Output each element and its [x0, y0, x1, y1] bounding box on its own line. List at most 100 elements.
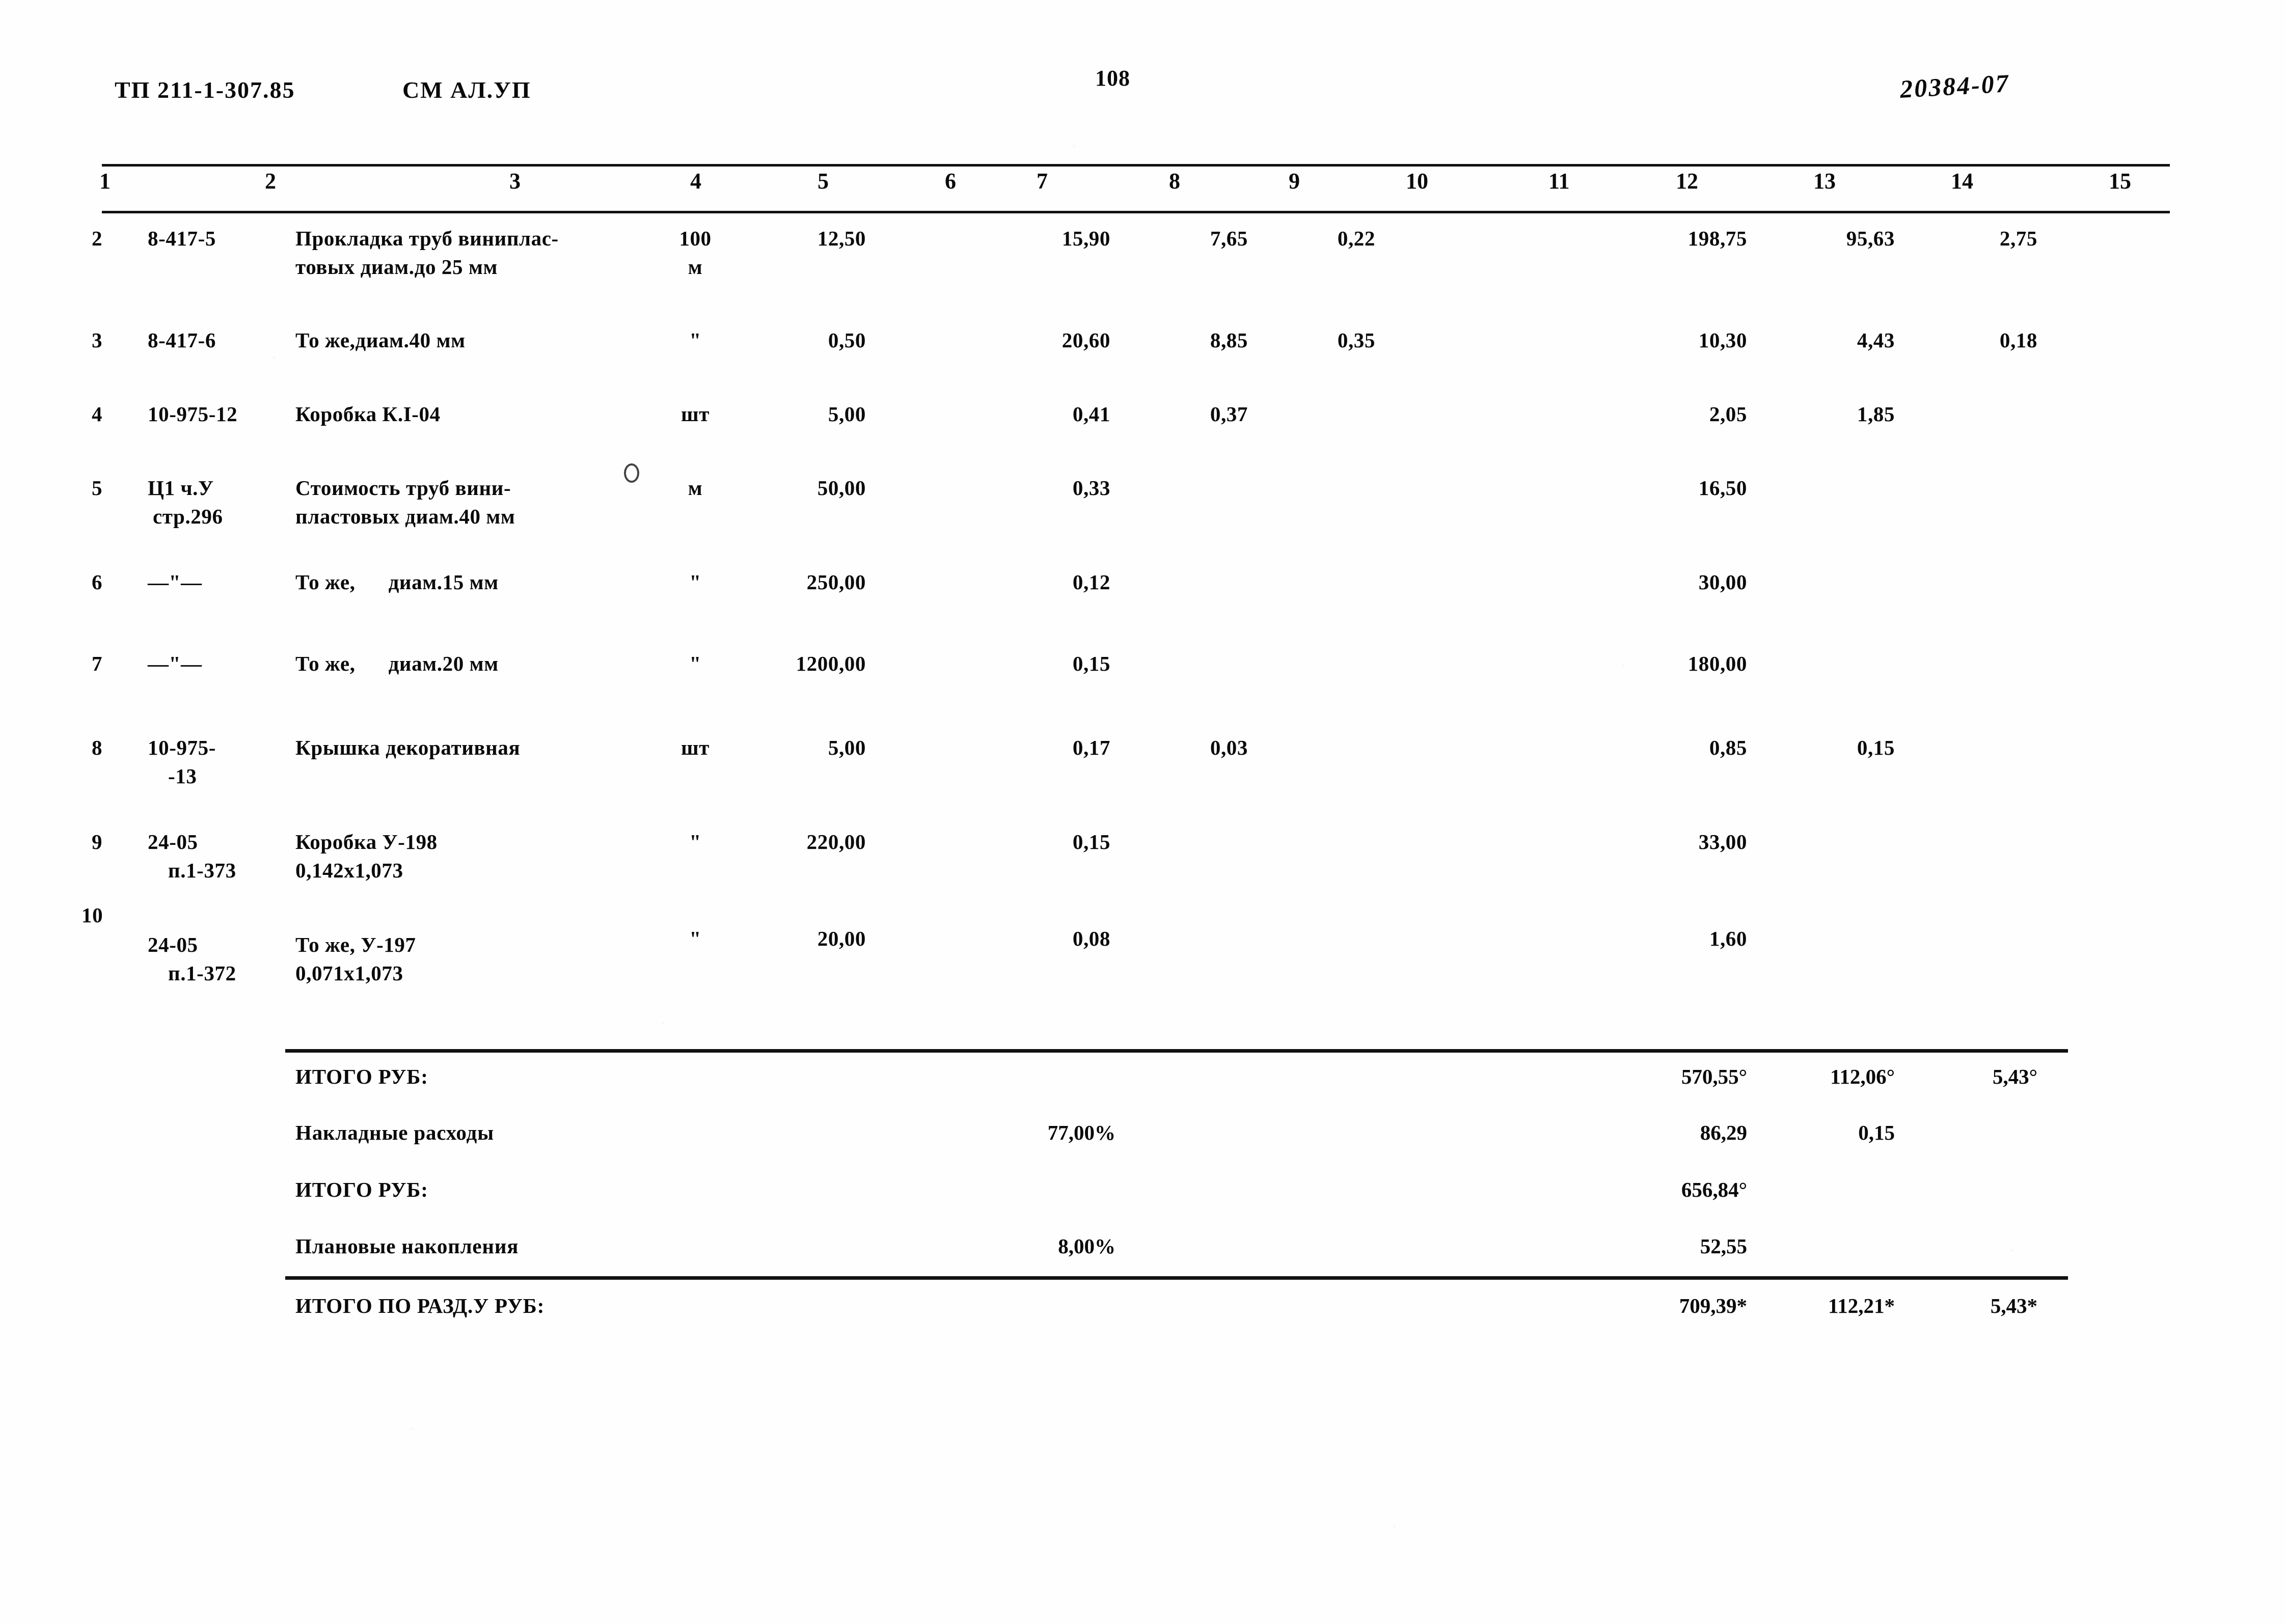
summary-col14: 5,43°: [1992, 1065, 2037, 1088]
column-number-13: 13: [1813, 169, 1836, 194]
column-number-8: 8: [1169, 169, 1180, 194]
row-col12: 0,85: [1709, 736, 1747, 759]
grand-total-col12: 709,39*: [1679, 1294, 1747, 1317]
summary-row: ИТОГО РУБ: 656,84°: [0, 1177, 2286, 1232]
row-col7: 0,41: [1072, 402, 1110, 426]
column-number-5: 5: [818, 169, 829, 194]
table-row: 4 10-975-12 Коробка К.I-04 шт 5,00 0,41 0,37 2,…: [0, 400, 2286, 476]
summary-col12: 570,55°: [1681, 1065, 1747, 1088]
column-number-15: 15: [2109, 169, 2131, 194]
row-col7: 0,15: [1072, 652, 1110, 675]
archive-stamp: 20384-07: [1899, 69, 2011, 103]
scanned-estimate-sheet: ТП 211-1-307.85 СМ АЛ.УП 108 20384-07 12…: [0, 0, 2286, 1624]
column-number-10: 10: [1406, 169, 1428, 194]
row-col9: 0,22: [1337, 227, 1375, 250]
row-code: 8-417-5: [148, 227, 216, 250]
column-header-rule: [102, 211, 2170, 213]
table-row: 10 24-05 п.1-372 То же, У-197 0,071х1,073 " 20…: [0, 903, 2286, 1001]
row-description-line2: 0,071х1,073: [295, 961, 403, 985]
row-col12: 33,00: [1698, 830, 1747, 854]
table-row: 9 24-05 п.1-373 Коробка У-198 0,142х1,073 " 22…: [0, 828, 2286, 904]
column-number-14: 14: [1951, 169, 1973, 194]
row-quantity: 5,00: [828, 402, 866, 426]
row-code: —"—: [148, 570, 202, 594]
table-row: 3 8-417-6 То же,диам.40 мм " 0,50 20,60 8,85 0,…: [0, 326, 2286, 402]
row-col8: 7,65: [1210, 227, 1248, 250]
summary-label: Накладные расходы: [295, 1121, 494, 1144]
row-code: —"—: [148, 652, 202, 675]
row-number: 8: [92, 736, 103, 759]
row-quantity: 250,00: [806, 570, 866, 594]
row-code: 24-05: [148, 830, 198, 854]
grand-total-label: ИТОГО ПО РАЗД.У РУБ:: [295, 1294, 545, 1317]
row-col7: 0,17: [1072, 736, 1110, 759]
row-quantity: 12,50: [817, 227, 866, 250]
row-description-line2: 0,142х1,073: [295, 859, 403, 882]
column-number-6: 6: [945, 169, 956, 194]
row-col12: 198,75: [1688, 227, 1747, 250]
row-col13: 95,63: [1846, 227, 1895, 250]
summary-col13: 0,15: [1858, 1121, 1895, 1144]
document-code: ТП 211-1-307.85: [115, 77, 295, 103]
row-col9: 0,35: [1337, 328, 1375, 352]
row-number: 4: [92, 402, 103, 426]
row-quantity: 50,00: [817, 476, 866, 500]
column-number-1: 1: [99, 169, 111, 194]
column-number-4: 4: [690, 169, 701, 194]
row-col8: 0,03: [1210, 736, 1248, 759]
summary-percent: 77,00%: [1047, 1121, 1115, 1144]
table-top-rule: [102, 164, 2170, 167]
summary-label: Плановые накопления: [295, 1234, 519, 1258]
row-number: 10: [81, 903, 103, 927]
row-col14: 0,18: [1999, 328, 2037, 352]
row-col7: 20,60: [1062, 328, 1110, 352]
summary-row: Накладные расходы 77,00% 86,29 0,15: [0, 1120, 2286, 1175]
row-code: 24-05: [148, 933, 198, 956]
summary-label: ИТОГО РУБ:: [295, 1178, 428, 1201]
row-description: То же, диам.15 мм: [295, 570, 499, 594]
row-col13: 0,15: [1857, 736, 1895, 759]
row-code-line2: -13: [168, 764, 197, 788]
summary-col12: 656,84°: [1681, 1178, 1747, 1201]
summary-row: ИТОГО РУБ: 570,55° 112,06° 5,43°: [0, 1064, 2286, 1119]
column-number-3: 3: [509, 169, 521, 194]
grand-total-rule: [285, 1276, 2068, 1280]
row-description: Коробка К.I-04: [295, 402, 441, 426]
row-col13: 1,85: [1857, 402, 1895, 426]
column-number-12: 12: [1676, 169, 1698, 194]
summary-label: ИТОГО РУБ:: [295, 1065, 428, 1088]
row-number: 6: [92, 570, 103, 594]
column-number-7: 7: [1037, 169, 1048, 194]
column-number-9: 9: [1289, 169, 1300, 194]
row-description: Коробка У-198: [295, 830, 438, 854]
summary-col12: 86,29: [1700, 1121, 1747, 1144]
row-code: Ц1 ч.У: [148, 476, 214, 500]
row-col12: 30,00: [1698, 570, 1747, 594]
table-row: 7 —"— То же, диам.20 мм " 1200,00 0,15 180,00: [0, 649, 2286, 726]
row-col7: 0,33: [1072, 476, 1110, 500]
table-row: 2 8-417-5 Прокладка труб виниплас-товых ди…: [0, 224, 2286, 300]
row-description-line2: пластовых диам.40 мм: [295, 505, 515, 528]
row-unit-line2: м: [688, 255, 703, 279]
sheet-code: СМ АЛ.УП: [402, 77, 531, 103]
row-number: 3: [92, 328, 103, 352]
row-quantity: 1200,00: [796, 652, 866, 675]
row-number: 2: [92, 227, 103, 250]
subtotal-rule: [285, 1049, 2068, 1053]
row-code: 8-417-6: [148, 328, 216, 352]
grand-total-col13: 112,21*: [1828, 1294, 1895, 1317]
column-number-11: 11: [1548, 169, 1570, 194]
row-number: 5: [92, 476, 103, 500]
row-description: То же, диам.20 мм: [295, 652, 499, 675]
row-description: Прокладка труб виниплас-: [295, 227, 559, 250]
grand-total-col14: 5,43*: [1990, 1294, 2037, 1317]
table-row: 6 —"— То же, диам.15 мм " 250,00 0,12 30,00: [0, 568, 2286, 644]
row-description: То же,диам.40 мм: [295, 328, 466, 352]
row-quantity: 20,00: [817, 927, 866, 950]
row-col7: 0,12: [1072, 570, 1110, 594]
row-col12: 180,00: [1688, 652, 1747, 675]
row-col8: 8,85: [1210, 328, 1248, 352]
row-description-line2: товых диам.до 25 мм: [295, 255, 498, 279]
summary-row: Плановые накопления 8,00% 52,55: [0, 1234, 2286, 1289]
row-number: 7: [92, 652, 103, 675]
